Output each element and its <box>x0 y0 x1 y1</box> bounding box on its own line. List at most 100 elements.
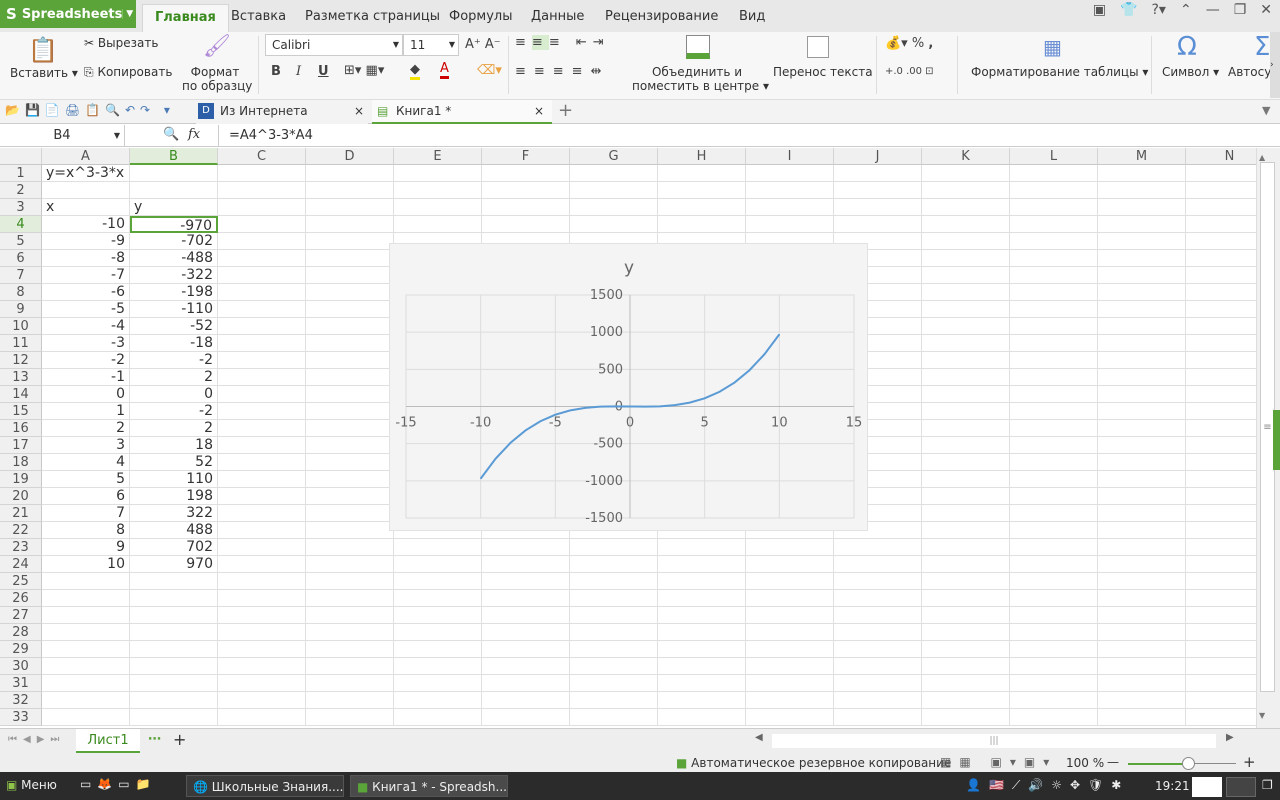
paste-button[interactable]: Вставить ▾ <box>10 66 78 80</box>
cell[interactable] <box>218 369 306 386</box>
sheet-nav-icons[interactable]: ⏮◀▶⏭ <box>8 734 65 745</box>
cell[interactable] <box>482 692 570 709</box>
cell[interactable] <box>1098 267 1186 284</box>
cell[interactable] <box>1098 301 1186 318</box>
cell[interactable] <box>922 284 1010 301</box>
cell[interactable] <box>922 488 1010 505</box>
cell[interactable] <box>746 607 834 624</box>
cell-A17[interactable]: 3 <box>42 437 130 454</box>
cell[interactable] <box>570 556 658 573</box>
cell[interactable] <box>482 709 570 726</box>
cell[interactable] <box>746 556 834 573</box>
cell[interactable] <box>306 658 394 675</box>
cell[interactable] <box>1186 641 1256 658</box>
cell[interactable] <box>1186 624 1256 641</box>
cell[interactable] <box>218 471 306 488</box>
column-header-B[interactable]: B <box>130 148 218 165</box>
column-header-C[interactable]: C <box>218 148 306 165</box>
cell[interactable] <box>1098 182 1186 199</box>
cell[interactable] <box>746 675 834 692</box>
cell[interactable] <box>834 590 922 607</box>
show-desktop-icon[interactable]: ❐ <box>1262 778 1273 792</box>
row-header[interactable]: 2 <box>0 182 42 199</box>
cell[interactable] <box>1010 624 1098 641</box>
add-sheet-button[interactable]: + <box>173 730 186 749</box>
cell[interactable] <box>570 165 658 182</box>
cell-B7[interactable]: -322 <box>130 267 218 284</box>
cell[interactable] <box>306 267 394 284</box>
cell[interactable] <box>394 199 482 216</box>
row-header[interactable]: 20 <box>0 488 42 505</box>
cell[interactable] <box>658 539 746 556</box>
select-all-corner[interactable] <box>0 148 42 165</box>
cell[interactable] <box>1186 437 1256 454</box>
cell-B27[interactable] <box>130 607 218 624</box>
cell[interactable] <box>1186 403 1256 420</box>
cell[interactable] <box>306 692 394 709</box>
cell-A29[interactable] <box>42 641 130 658</box>
cell-B1[interactable] <box>130 165 218 182</box>
cell[interactable] <box>1186 573 1256 590</box>
cell[interactable] <box>394 709 482 726</box>
cell[interactable] <box>1010 352 1098 369</box>
backup-status[interactable]: ■ Автоматическое резервное копирование <box>676 756 951 770</box>
cell[interactable] <box>218 607 306 624</box>
cell[interactable] <box>306 624 394 641</box>
cell-B31[interactable] <box>130 675 218 692</box>
cell[interactable] <box>1098 505 1186 522</box>
cell[interactable] <box>1010 505 1098 522</box>
cell[interactable] <box>306 199 394 216</box>
borders-icon[interactable]: ⊞▾ ▦▾ <box>344 63 384 78</box>
cell[interactable] <box>658 556 746 573</box>
cell[interactable] <box>1010 658 1098 675</box>
vertical-scrollbar[interactable]: ▲ ≡ ▼ <box>1256 148 1280 728</box>
horizontal-align-icons[interactable]: ≡≡≡≡⇹ <box>515 64 609 79</box>
cell-A28[interactable] <box>42 624 130 641</box>
column-header-G[interactable]: G <box>570 148 658 165</box>
cell[interactable] <box>570 658 658 675</box>
cell[interactable] <box>922 590 1010 607</box>
cell-B2[interactable] <box>130 182 218 199</box>
cell[interactable] <box>1098 420 1186 437</box>
cell[interactable] <box>306 522 394 539</box>
row-header[interactable]: 14 <box>0 386 42 403</box>
cell[interactable] <box>482 199 570 216</box>
sheet-tab-list1[interactable]: Лист1 <box>76 729 140 753</box>
scroll-down-icon[interactable]: ▼ <box>1259 711 1265 720</box>
align-icons[interactable]: ≡≡≡ ⇤⇥ <box>515 35 610 50</box>
cell-A26[interactable] <box>42 590 130 607</box>
cell[interactable] <box>218 573 306 590</box>
row-header[interactable]: 32 <box>0 692 42 709</box>
row-header[interactable]: 10 <box>0 318 42 335</box>
cell[interactable] <box>834 641 922 658</box>
cell[interactable] <box>922 352 1010 369</box>
cell[interactable] <box>834 182 922 199</box>
cell-A20[interactable]: 6 <box>42 488 130 505</box>
cell[interactable] <box>922 539 1010 556</box>
cell[interactable] <box>1098 607 1186 624</box>
cell[interactable] <box>922 301 1010 318</box>
font-family-select[interactable]: Calibri ▼ <box>265 34 403 56</box>
row-header[interactable]: 27 <box>0 607 42 624</box>
clear-format-icon[interactable]: ⌫▾ <box>477 63 502 78</box>
cell[interactable] <box>306 488 394 505</box>
cell-B29[interactable] <box>130 641 218 658</box>
cell[interactable] <box>306 454 394 471</box>
row-header[interactable]: 6 <box>0 250 42 267</box>
cell[interactable] <box>1186 284 1256 301</box>
cell[interactable] <box>1186 709 1256 726</box>
cell-A22[interactable]: 8 <box>42 522 130 539</box>
cell-B23[interactable]: 702 <box>130 539 218 556</box>
cell[interactable] <box>482 182 570 199</box>
cell[interactable] <box>922 522 1010 539</box>
cell[interactable] <box>218 488 306 505</box>
cell-B16[interactable]: 2 <box>130 420 218 437</box>
cell[interactable] <box>306 505 394 522</box>
cell[interactable] <box>922 556 1010 573</box>
cell[interactable] <box>1186 471 1256 488</box>
cell[interactable] <box>218 675 306 692</box>
cell[interactable] <box>1098 573 1186 590</box>
cell-A16[interactable]: 2 <box>42 420 130 437</box>
row-header[interactable]: 15 <box>0 403 42 420</box>
cell-B33[interactable] <box>130 709 218 726</box>
